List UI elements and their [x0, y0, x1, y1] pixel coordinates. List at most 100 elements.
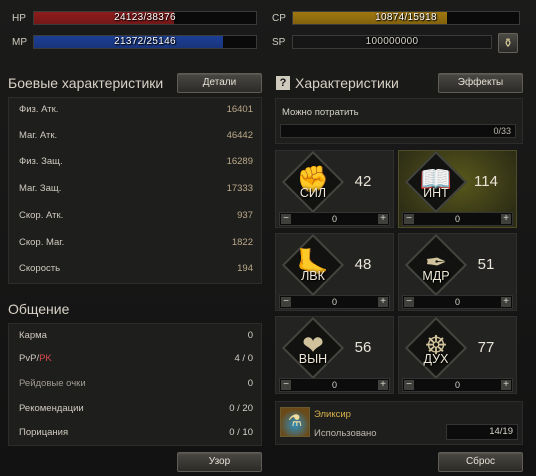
reset-button[interactable]: Сброс [438, 452, 523, 472]
character-status-window: HP 24123/38376 MP 21372/25146 CP 10874/1… [0, 0, 536, 476]
social-panel: Карма 0 PvP/PK 4 / 0 Рейдовые очки 0 Реком… [8, 323, 262, 446]
elixir-panel: ⚗ Эликсир Использовано 14/19 [275, 401, 523, 445]
available-value: 0/33 [493, 126, 511, 136]
stat-name: ДУХ [423, 352, 449, 366]
stat-value: 51 [477, 256, 495, 273]
raid-value: 0 [247, 378, 253, 389]
stat-row-patk: Физ. Атк. 16401 [9, 99, 261, 122]
censure-value: 0 / 10 [229, 427, 253, 438]
stat-alloc-value: 0 [454, 214, 460, 224]
mdef-label: Маг. Защ. [19, 183, 62, 194]
stat-alloc-value: 0 [331, 380, 337, 390]
castspd-value: 1822 [231, 237, 253, 248]
speed-label: Скорость [19, 263, 61, 274]
stat-name: ИНТ [423, 186, 449, 200]
cp-label: CP [272, 13, 286, 24]
plus-icon[interactable]: + [501, 297, 511, 307]
stat-alloc-bar: −0 + [279, 378, 390, 392]
effects-button[interactable]: Эффекты [438, 73, 523, 93]
plus-icon[interactable]: + [378, 214, 388, 224]
stat-name: ЛВК [301, 269, 325, 283]
details-button[interactable]: Детали [177, 73, 262, 93]
plus-icon[interactable]: + [378, 297, 388, 307]
available-label: Можно потратить [282, 107, 359, 118]
hp-value: 24123/38376 [114, 12, 176, 23]
stat-row-atkspd: Скор. Атк. 937 [9, 205, 261, 228]
stat-alloc-bar: −0 + [402, 378, 513, 392]
mp-label: MP [12, 37, 27, 48]
stat-name: СИЛ [299, 186, 327, 200]
stat-alloc-bar: −0 + [279, 295, 390, 309]
stats-title: Характеристики [295, 75, 399, 91]
censure-row: Порицания 0 / 10 [9, 422, 261, 445]
stat-alloc-bar: −0 + [402, 295, 513, 309]
elixir-used-box: 14/19 [446, 424, 518, 440]
stat-value: 56 [354, 339, 372, 356]
sp-value: 100000000 [365, 36, 419, 47]
available-points-panel: Можно потратить 0/33 [275, 98, 523, 144]
raid-label: Рейдовые очки [19, 378, 86, 389]
social-title: Общение [8, 301, 70, 317]
stat-row-castspd: Скор. Маг. 1822 [9, 232, 261, 255]
mp-value: 21372/25146 [114, 36, 176, 47]
combat-title: Боевые характеристики [8, 75, 164, 91]
stat-value: 114 [474, 173, 498, 190]
pvp-pk-label: PvP/PK [19, 353, 52, 364]
pvp-value: 4 / 0 [234, 353, 254, 364]
karma-value: 0 [247, 330, 253, 341]
patk-value: 16401 [226, 104, 253, 115]
stat-alloc-value: 0 [331, 297, 337, 307]
stat-name: МДР [422, 269, 450, 283]
stat-value: 42 [354, 173, 372, 190]
stat-alloc-value: 0 [331, 214, 337, 224]
stat-tile-6: ☸ ДУХ 77−0 + [398, 316, 517, 394]
mdef-value: 17333 [226, 183, 253, 194]
sp-bag-icon[interactable]: ⚱ [498, 33, 518, 53]
elixir-title: Эликсир [314, 409, 351, 420]
stat-tile-3: 🦶 ЛВК 48−0 + [275, 233, 394, 311]
stat-alloc-value: 0 [454, 297, 460, 307]
stat-row-matk: Маг. Атк. 46442 [9, 125, 261, 148]
cp-bar: 10874/15918 [292, 11, 520, 25]
stat-row-pdef: Физ. Защ. 16289 [9, 151, 261, 174]
cp-value: 10874/15918 [375, 12, 437, 23]
stat-tile-1: ✊ СИЛ 42−0 + [275, 150, 394, 228]
hp-bar: 24123/38376 [33, 11, 257, 25]
sp-label: SP [272, 37, 286, 48]
plus-icon[interactable]: + [501, 380, 511, 390]
stat-value: 48 [354, 256, 372, 273]
stat-alloc-value: 0 [454, 380, 460, 390]
mp-bar: 21372/25146 [33, 35, 257, 49]
stat-name: ВЫН [298, 352, 328, 366]
plus-icon[interactable]: + [501, 214, 511, 224]
castspd-label: Скор. Маг. [19, 237, 65, 248]
karma-row: Карма 0 [9, 325, 261, 348]
elixir-used-value: 14/19 [489, 426, 513, 437]
speed-value: 194 [237, 263, 253, 274]
combat-stats-panel: Физ. Атк. 16401 Маг. Атк. 46442 Физ. Защ. 1… [8, 97, 262, 284]
stat-value: 77 [477, 339, 495, 356]
pattern-button[interactable]: Узор [177, 452, 262, 472]
karma-label: Карма [19, 330, 47, 341]
elixir-used-label: Использовано [314, 428, 377, 439]
recommend-value: 0 / 20 [229, 403, 253, 414]
stat-alloc-bar: −0 + [402, 212, 513, 226]
sp-bar: 100000000 [292, 35, 492, 49]
stat-tile-5: ❤ ВЫН 56−0 + [275, 316, 394, 394]
elixir-icon: ⚗ [280, 407, 310, 437]
plus-icon[interactable]: + [378, 380, 388, 390]
stat-alloc-bar: −0 + [279, 212, 390, 226]
censure-label: Порицания [19, 427, 69, 438]
stat-tile-2: 📖 ИНТ 114−0 + [398, 150, 517, 228]
pvp-row: PvP/PK 4 / 0 [9, 348, 261, 371]
hp-label: HP [12, 13, 26, 24]
recommend-row: Рекомендации 0 / 20 [9, 398, 261, 421]
help-icon[interactable]: ? [276, 76, 290, 90]
stat-row-speed: Скорость 194 [9, 258, 261, 281]
atkspd-value: 937 [237, 210, 253, 221]
recommend-label: Рекомендации [19, 403, 84, 414]
matk-label: Маг. Атк. [19, 130, 58, 141]
pvp-label: PvP [19, 353, 37, 364]
pdef-value: 16289 [226, 156, 253, 167]
stat-tile-4: ✒ МДР 51−0 + [398, 233, 517, 311]
